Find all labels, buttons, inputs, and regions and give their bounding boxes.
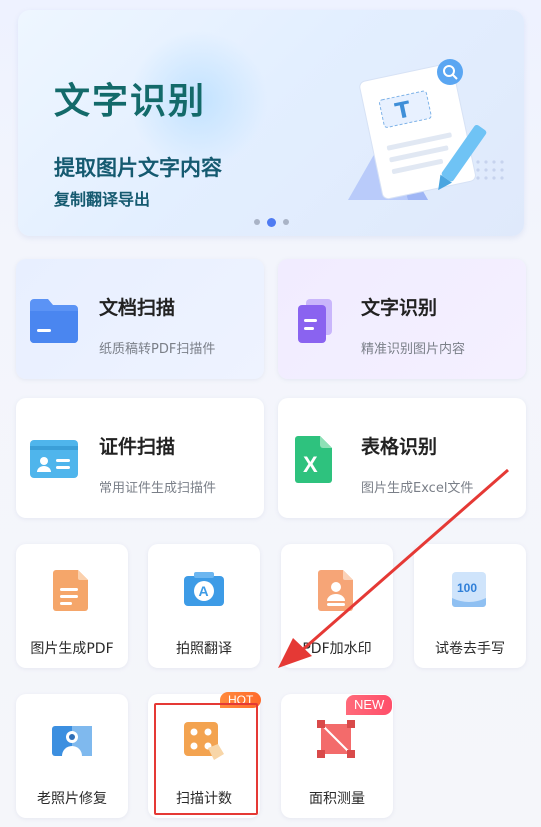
tool-pdf-watermark[interactable]: PDF加水印	[281, 544, 393, 668]
feature-title: 证件扫描	[99, 436, 176, 458]
folder-icon	[30, 299, 78, 343]
watermark-icon	[318, 570, 353, 611]
banner-subtitle: 提取图片文字内容	[54, 155, 222, 180]
tool-label: 试卷去手写	[435, 641, 505, 657]
svg-text:X: X	[303, 452, 318, 477]
area-measure-icon	[317, 720, 355, 758]
feature-subtitle: 精准识别图片内容	[361, 342, 466, 357]
tool-image-to-pdf[interactable]: 图片生成PDF	[16, 544, 128, 668]
photo-restore-icon	[52, 726, 92, 756]
tool-label: 面积测量	[309, 791, 365, 807]
promo-banner[interactable]: 文字识别 提取图片文字内容 复制翻译导出 T	[18, 10, 524, 236]
feature-title: 文字识别	[361, 297, 438, 319]
tool-label: 图片生成PDF	[30, 641, 114, 657]
feature-card-id-scan[interactable]: 证件扫描 常用证件生成扫描件	[16, 398, 264, 518]
tool-photo-translate[interactable]: A 拍照翻译	[148, 544, 260, 668]
camera-translate-icon: A	[184, 572, 224, 606]
svg-text:A: A	[199, 583, 209, 599]
feature-subtitle: 图片生成Excel文件	[361, 481, 474, 496]
carousel-dot[interactable]	[282, 219, 289, 225]
feature-card-document-scan[interactable]: 文档扫描 纸质稿转PDF扫描件	[16, 259, 264, 379]
pdf-file-icon	[53, 570, 88, 611]
svg-text:100: 100	[457, 581, 477, 595]
feature-card-table-recognition[interactable]: X 表格识别 图片生成Excel文件	[278, 398, 526, 518]
tool-remove-handwriting[interactable]: 100 试卷去手写	[414, 544, 526, 668]
tool-label: 老照片修复	[37, 791, 107, 807]
ocr-illustration-icon: T	[348, 59, 504, 200]
carousel-indicator[interactable]	[18, 217, 524, 227]
tool-label: PDF加水印	[302, 641, 372, 657]
id-card-icon	[30, 440, 78, 478]
feature-subtitle: 常用证件生成扫描件	[99, 481, 217, 496]
excel-icon: X	[295, 436, 332, 483]
feature-title: 文档扫描	[99, 297, 176, 319]
feature-title: 表格识别	[361, 436, 438, 458]
text-document-icon	[298, 299, 332, 343]
feature-card-text-recognition[interactable]: 文字识别 精准识别图片内容	[278, 259, 526, 379]
carousel-dot[interactable]	[253, 219, 260, 225]
tool-label: 拍照翻译	[176, 641, 232, 657]
carousel-dot-active[interactable]	[266, 217, 276, 227]
new-badge: NEW	[346, 695, 393, 715]
exam-paper-icon: 100	[452, 572, 486, 607]
banner-title: 文字识别	[54, 80, 207, 122]
tool-old-photo-restore[interactable]: 老照片修复	[16, 694, 128, 818]
feature-subtitle: 纸质稿转PDF扫描件	[99, 342, 216, 357]
banner-subtitle-secondary: 复制翻译导出	[54, 190, 151, 209]
highlight-box	[154, 703, 258, 815]
